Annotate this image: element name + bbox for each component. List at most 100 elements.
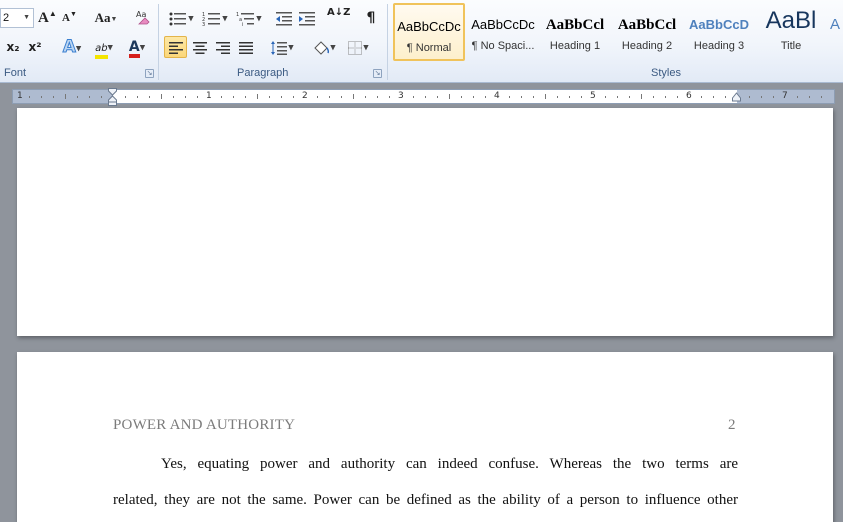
font-color-button[interactable]: A▼ (122, 36, 152, 58)
ruler-tick (101, 96, 102, 98)
ruler-number: 4 (494, 91, 500, 101)
ruler-tick (365, 96, 366, 98)
grow-font-button[interactable]: A▲ (38, 7, 57, 29)
style-no-spacing[interactable]: AaBbCcDc ¶ No Spaci... (467, 3, 539, 61)
chevron-down-icon[interactable]: ▼ (23, 9, 30, 27)
show-formatting-marks-button[interactable]: ¶ (361, 7, 381, 29)
font-size-value: 2 (3, 12, 10, 24)
style-title[interactable]: AaBl Title (755, 3, 827, 61)
increase-indent-button[interactable] (297, 7, 317, 29)
style-heading-1[interactable]: AaBbCcl Heading 1 (539, 3, 611, 61)
ruler-tick (581, 96, 582, 98)
right-indent-marker-icon[interactable] (732, 91, 741, 103)
style-preview: AaBbCcl (545, 17, 605, 33)
align-right-icon (216, 41, 230, 54)
ruler-tick (413, 96, 414, 98)
style-preview: A (830, 16, 841, 33)
ruler-tick (473, 96, 474, 98)
ruler-left-margin (13, 90, 113, 103)
ruler-tick (437, 96, 438, 98)
ruler-tick (233, 96, 234, 98)
ruler-tick (377, 96, 378, 98)
ruler-tick (461, 96, 462, 98)
numbered-list-icon: 1 2 3 (202, 12, 221, 28)
svg-text:3: 3 (202, 22, 205, 27)
highlight-button[interactable]: ab▼ (89, 36, 119, 59)
change-case-button[interactable]: Aa▼ (92, 7, 120, 29)
text-effects-button[interactable]: A▼ (58, 36, 86, 58)
multilevel-list-button[interactable]: 1 a i ▼ (234, 7, 264, 29)
multilevel-list-icon: 1 a i (236, 12, 255, 28)
justify-button[interactable] (235, 36, 257, 58)
change-case-icon: Aa (94, 10, 111, 25)
ruler-tick (773, 96, 774, 98)
paragraph-line[interactable]: Yes, equating power and authority can in… (113, 456, 738, 473)
font-dialog-launcher-icon[interactable]: ↘ (145, 69, 154, 78)
ruler-tick (545, 94, 546, 99)
ruler-tick (425, 96, 426, 98)
bullets-button[interactable]: ▼ (166, 7, 196, 29)
ruler-number: 5 (590, 91, 596, 101)
align-center-button[interactable] (189, 36, 211, 58)
ruler-tick (701, 96, 702, 98)
style-heading-2[interactable]: AaBbCcl Heading 2 (611, 3, 683, 61)
page-number[interactable]: 2 (728, 417, 736, 434)
document-page-1[interactable] (17, 108, 833, 336)
style-heading-3[interactable]: AaBbCcD Heading 3 (683, 3, 755, 61)
ruler-tick (173, 96, 174, 98)
align-right-button[interactable] (212, 36, 234, 58)
font-size-combo[interactable]: 2 ▼ (0, 8, 34, 28)
grow-font-icon: A (38, 10, 49, 26)
shrink-font-button[interactable]: A▼ (61, 7, 78, 29)
clear-formatting-icon: Aa (136, 10, 150, 25)
borders-icon (348, 40, 363, 55)
increase-indent-icon (299, 11, 315, 25)
styles-group-label: Styles (651, 67, 681, 79)
sort-button[interactable]: A↓Z (327, 7, 350, 29)
ruler-tick (185, 96, 186, 98)
ruler-tick (389, 96, 390, 98)
align-center-icon (193, 41, 207, 54)
ruler-tick (329, 96, 330, 98)
ruler-tick (617, 96, 618, 98)
paragraph-group-label: Paragraph (237, 67, 289, 79)
subscript-icon: x₂ (6, 40, 20, 54)
decrease-indent-button[interactable] (274, 7, 294, 29)
ribbon: 2 ▼ A▲ A▼ Aa▼ Aa x₂ x² A▼ ab▼ A▼ Font ↘ (0, 0, 843, 83)
ruler-number: 1 (206, 91, 212, 101)
ruler-tick (341, 96, 342, 98)
line-spacing-icon (271, 40, 288, 55)
paragraph-line[interactable]: related, they are not the same. Power ca… (113, 492, 738, 509)
ruler-tick (569, 96, 570, 98)
line-spacing-button[interactable]: ▼ (267, 36, 297, 58)
superscript-button[interactable]: x² (26, 36, 44, 58)
horizontal-ruler[interactable]: 1 1 2 3 4 5 6 7 (12, 88, 835, 106)
numbering-button[interactable]: 1 2 3 ▼ (200, 7, 230, 29)
style-normal[interactable]: AaBbCcDc ¶ Normal (393, 3, 465, 61)
subscript-button[interactable]: x₂ (4, 36, 22, 58)
style-subtitle[interactable]: A (827, 3, 843, 61)
align-left-button[interactable] (164, 36, 187, 58)
borders-button[interactable]: ▼ (343, 36, 373, 58)
text-effects-icon: A (62, 37, 76, 58)
clear-formatting-button[interactable]: Aa (133, 6, 153, 28)
ruler-tick (125, 96, 126, 98)
running-head[interactable]: POWER AND AUTHORITY (113, 417, 295, 434)
bullet-list-icon (169, 12, 187, 25)
ruler-tick (221, 96, 222, 98)
group-divider (158, 4, 159, 80)
ruler-number: 3 (398, 91, 404, 101)
ruler-number: 6 (686, 91, 692, 101)
ruler-tick (809, 96, 810, 98)
ruler-tick (629, 96, 630, 98)
group-divider (387, 4, 388, 80)
ruler-tick (641, 94, 642, 99)
shading-button[interactable]: ▼ (308, 36, 340, 58)
first-line-indent-marker-icon[interactable] (108, 88, 117, 106)
paragraph-dialog-launcher-icon[interactable]: ↘ (373, 69, 382, 78)
ruler-tick (257, 94, 258, 99)
document-page-2[interactable]: POWER AND AUTHORITY 2 Yes, equating powe… (17, 352, 833, 522)
ruler-number: 2 (302, 91, 308, 101)
ruler-tick (797, 96, 798, 98)
style-preview: AaBbCcDc (471, 17, 535, 32)
